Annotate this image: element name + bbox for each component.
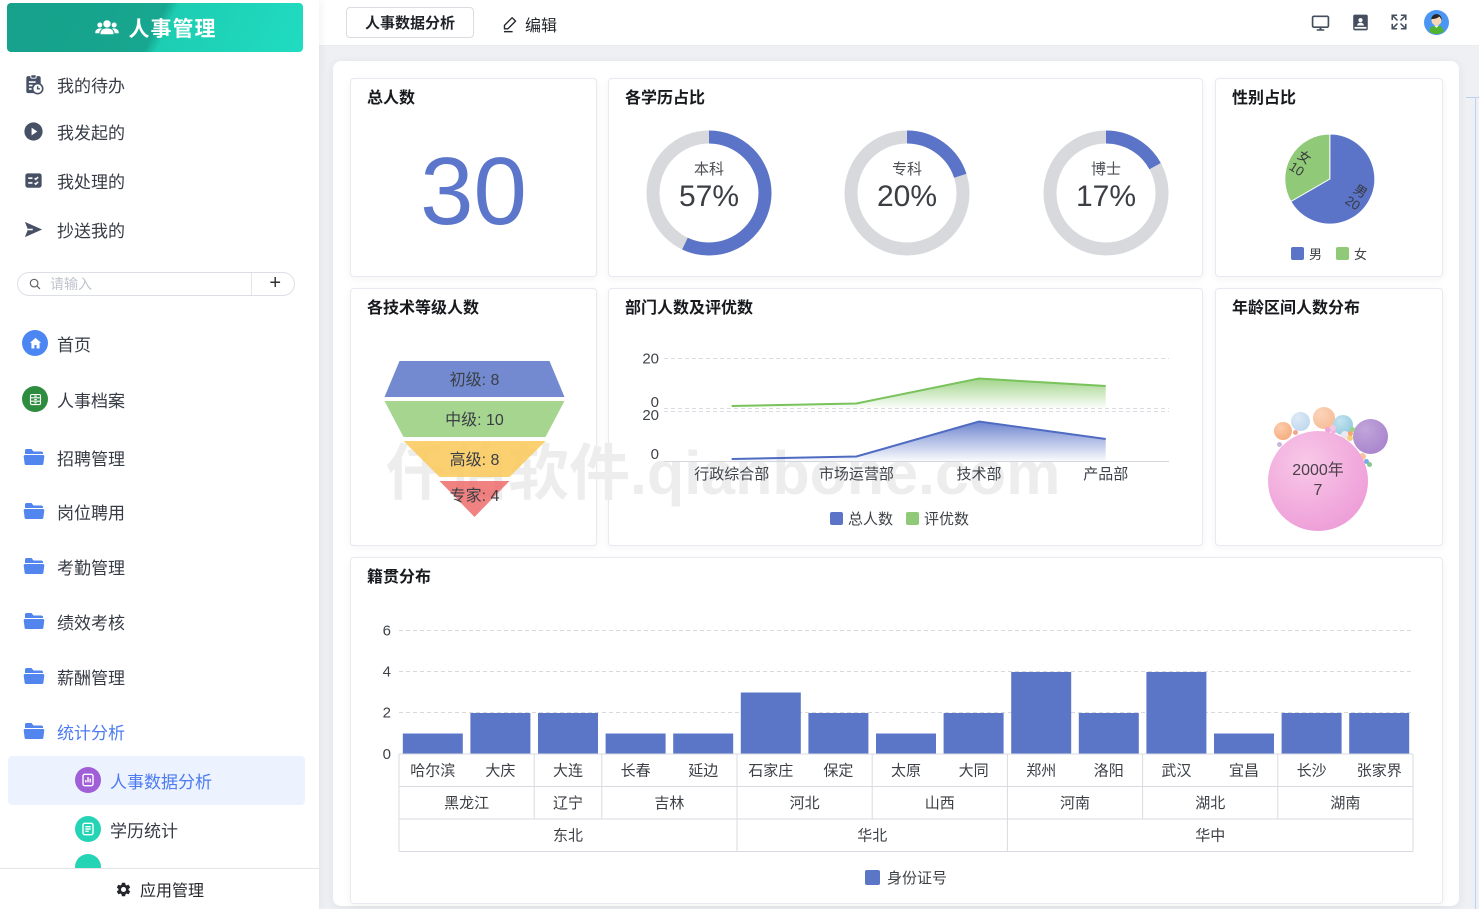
svg-text:中级: 10: 中级: 10: [445, 411, 504, 429]
svg-text:大同: 大同: [959, 763, 989, 780]
svg-text:0: 0: [651, 446, 659, 463]
svg-text:保定: 保定: [823, 763, 853, 780]
svg-text:郑州: 郑州: [1026, 763, 1056, 780]
svg-text:4: 4: [383, 664, 391, 681]
svg-text:太原: 太原: [891, 763, 921, 780]
svg-text:山西: 山西: [925, 795, 955, 812]
svg-text:专科: 专科: [892, 161, 922, 178]
svg-text:0: 0: [383, 746, 391, 763]
svg-text:大连: 大连: [553, 763, 583, 780]
svg-text:洛阳: 洛阳: [1094, 763, 1124, 780]
svg-text:本科: 本科: [694, 161, 724, 178]
svg-text:长春: 长春: [621, 763, 651, 780]
svg-text:20: 20: [642, 407, 659, 424]
svg-text:20: 20: [642, 351, 659, 368]
svg-text:产品部: 产品部: [1083, 466, 1128, 483]
svg-text:宜昌: 宜昌: [1229, 763, 1259, 780]
svg-text:2: 2: [383, 705, 391, 722]
svg-text:技术部: 技术部: [956, 466, 1001, 483]
svg-text:初级: 8: 初级: 8: [450, 371, 500, 389]
svg-text:河北: 河北: [790, 795, 820, 812]
svg-text:华北: 华北: [857, 828, 887, 845]
svg-text:57%: 57%: [679, 180, 739, 213]
svg-text:延边: 延边: [688, 763, 718, 780]
svg-text:湖北: 湖北: [1195, 795, 1225, 812]
svg-text:高级: 8: 高级: 8: [450, 451, 500, 469]
svg-text:黑龙江: 黑龙江: [444, 795, 489, 812]
svg-text:大庆: 大庆: [485, 763, 515, 780]
svg-text:6: 6: [383, 623, 391, 640]
svg-text:20%: 20%: [877, 180, 937, 213]
svg-text:河南: 河南: [1060, 795, 1090, 812]
svg-text:长沙: 长沙: [1297, 763, 1327, 780]
svg-text:湖南: 湖南: [1330, 795, 1360, 812]
svg-text:东北: 东北: [553, 828, 583, 845]
svg-text:行政综合部: 行政综合部: [694, 466, 769, 483]
svg-text:张家界: 张家界: [1357, 763, 1402, 780]
svg-text:辽宁: 辽宁: [553, 795, 583, 812]
svg-text:武汉: 武汉: [1161, 763, 1191, 780]
svg-text:专家: 4: 专家: 4: [450, 487, 500, 505]
svg-text:石家庄: 石家庄: [748, 762, 793, 780]
svg-text:17%: 17%: [1076, 180, 1136, 213]
svg-text:哈尔滨: 哈尔滨: [410, 763, 455, 780]
svg-text:华中: 华中: [1195, 828, 1225, 845]
svg-text:吉林: 吉林: [654, 795, 684, 812]
svg-text:市场运营部: 市场运营部: [819, 466, 894, 483]
svg-text:博士: 博士: [1091, 161, 1121, 178]
